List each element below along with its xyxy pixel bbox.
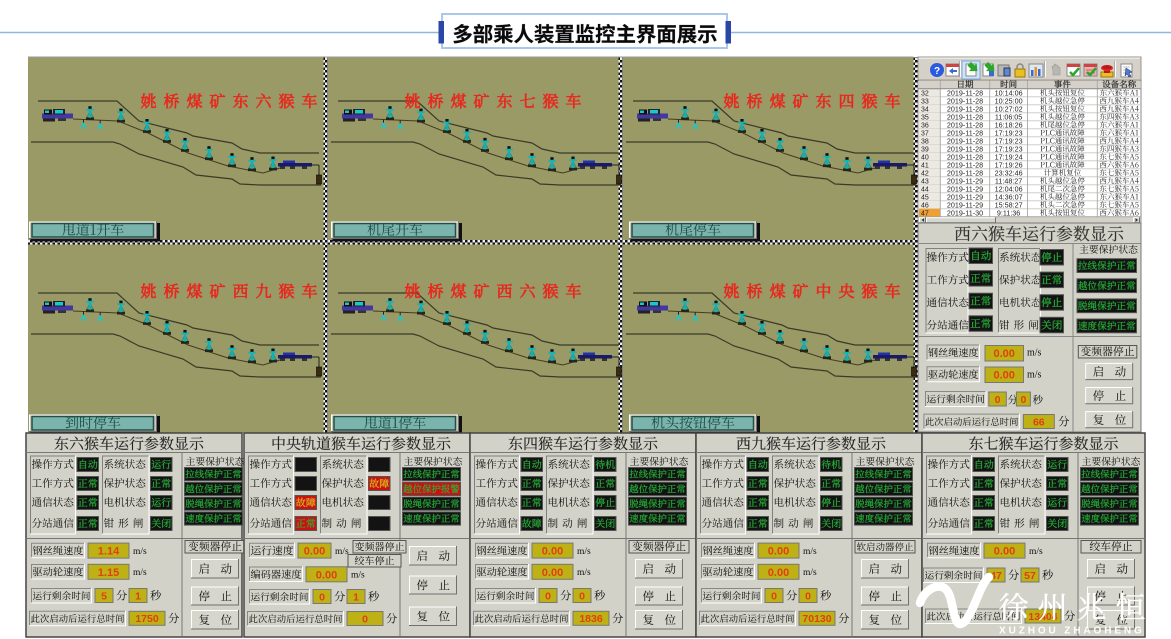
svg-text:0.00: 0.00: [316, 569, 337, 581]
svg-text:33: 33: [921, 98, 929, 105]
svg-text:0: 0: [319, 591, 325, 603]
svg-text:m/s: m/s: [335, 547, 349, 557]
svg-text:XUZHOU ZHAOHENG: XUZHOU ZHAOHENG: [999, 626, 1145, 637]
svg-text:1836: 1836: [579, 613, 603, 625]
svg-text:5: 5: [101, 590, 107, 602]
svg-text:m/s: m/s: [1027, 348, 1042, 359]
svg-text:0: 0: [805, 590, 811, 602]
svg-text:47: 47: [921, 210, 929, 217]
svg-text:66: 66: [1033, 416, 1045, 428]
svg-text:37: 37: [921, 130, 929, 137]
svg-text:40: 40: [921, 154, 929, 161]
svg-text:0: 0: [579, 590, 585, 602]
svg-text:m/s: m/s: [133, 568, 147, 578]
svg-text:1: 1: [353, 591, 359, 603]
svg-text:41: 41: [921, 162, 929, 169]
svg-text:32: 32: [921, 90, 929, 97]
svg-text:0: 0: [995, 394, 1001, 406]
svg-text:0.00: 0.00: [542, 546, 563, 558]
svg-text:34: 34: [921, 106, 929, 113]
svg-text:m/s: m/s: [577, 568, 591, 578]
svg-text:1.15: 1.15: [98, 567, 119, 579]
svg-text:0.00: 0.00: [304, 546, 325, 558]
svg-text:m/s: m/s: [351, 571, 365, 581]
svg-text:36: 36: [921, 122, 929, 129]
svg-text:0.00: 0.00: [768, 567, 789, 579]
svg-text:2019-11-30: 2019-11-30: [947, 208, 983, 217]
svg-text:70130: 70130: [802, 613, 831, 625]
svg-text:38: 38: [921, 138, 929, 145]
svg-text:9:11:36: 9:11:36: [997, 208, 1020, 217]
svg-text:43: 43: [921, 178, 929, 185]
svg-text:0.00: 0.00: [768, 546, 789, 558]
svg-text:m/s: m/s: [1029, 547, 1043, 557]
svg-text:46: 46: [921, 202, 929, 209]
svg-text:0.00: 0.00: [542, 567, 563, 579]
svg-text:1750: 1750: [135, 613, 159, 625]
svg-text:m/s: m/s: [133, 547, 147, 557]
svg-text:0: 0: [545, 590, 551, 602]
svg-text:0: 0: [362, 613, 368, 625]
svg-text:m/s: m/s: [803, 568, 817, 578]
svg-text:0.00: 0.00: [994, 546, 1015, 558]
svg-text:?: ?: [934, 66, 940, 77]
svg-text:39: 39: [921, 146, 929, 153]
svg-text:1.14: 1.14: [98, 546, 120, 558]
svg-text:45: 45: [921, 194, 929, 201]
svg-text:57: 57: [1024, 570, 1036, 582]
svg-text:1: 1: [135, 590, 141, 602]
svg-text:m/s: m/s: [803, 547, 817, 557]
svg-text:0: 0: [771, 590, 777, 602]
svg-text:m/s: m/s: [1027, 370, 1042, 381]
svg-text:m/s: m/s: [577, 547, 591, 557]
svg-text:42: 42: [921, 170, 929, 177]
svg-text:44: 44: [921, 186, 929, 193]
svg-text:35: 35: [921, 114, 929, 121]
svg-text:0.00: 0.00: [993, 370, 1014, 382]
svg-text:0: 0: [1020, 394, 1026, 406]
svg-text:0.00: 0.00: [993, 348, 1014, 360]
